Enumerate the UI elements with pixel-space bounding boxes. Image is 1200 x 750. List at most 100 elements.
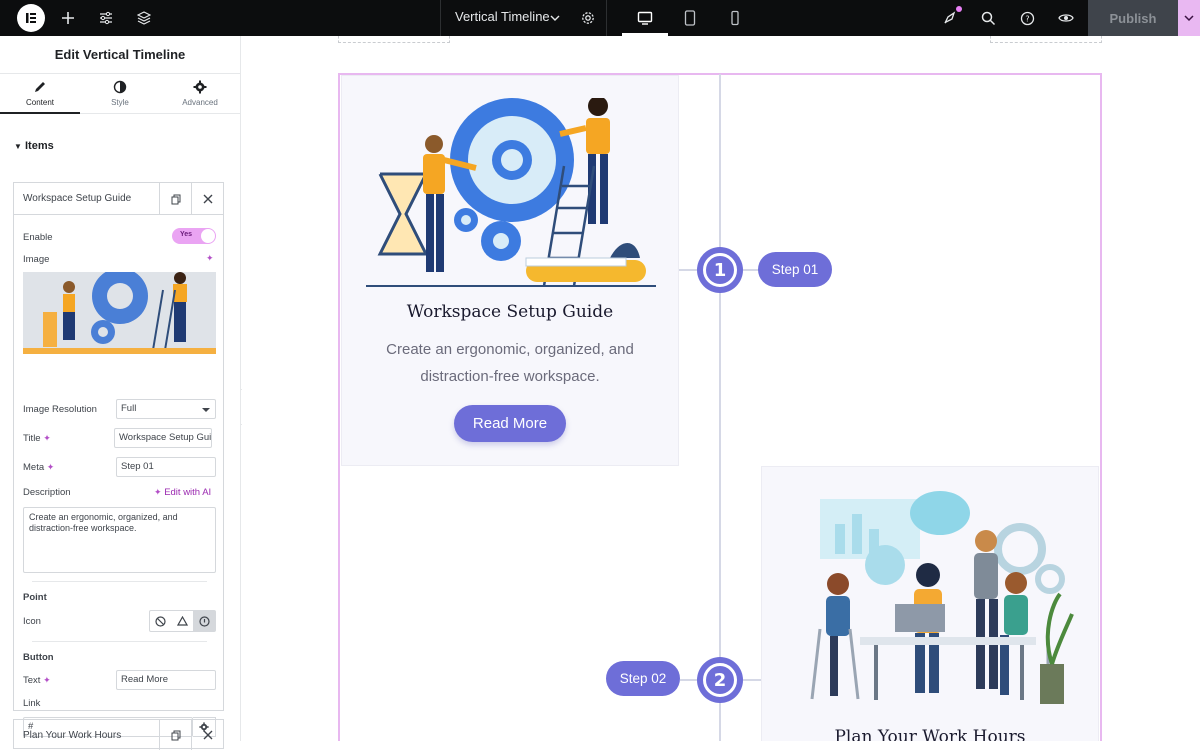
half-circle-icon [113,80,127,94]
card-description-line: distraction-free workspace. [420,368,600,385]
remove-item-button[interactable] [191,720,223,750]
toolbar-separator [440,0,441,36]
image-resolution-label: Image Resolution [23,404,97,415]
editor-canvas: Workspace Setup Guide Create an ergonomi… [242,36,1200,741]
timeline-point: 1 [697,247,743,293]
text-label-text: Text [23,675,41,686]
search-icon[interactable] [978,8,998,28]
timeline-connector [680,679,697,681]
button-section-label: Button [23,652,54,663]
point-section-label: Point [23,592,47,603]
tab-style[interactable]: Style [80,74,160,114]
timeline-point-number: 2 [703,663,737,697]
ai-sparkle-icon[interactable]: ✦ [47,462,55,472]
ai-sparkle-icon: ✦ [154,487,162,497]
card-description-line: Create an ergonomic, organized, and [386,341,634,358]
icon-label: Icon [23,616,41,627]
close-icon [203,730,212,740]
timeline-point: 2 [697,657,743,703]
copy-icon [171,730,180,740]
ai-sparkle-icon[interactable]: ✦ [206,253,214,264]
copy-icon [171,194,180,204]
section-label: Items [24,140,54,152]
card-title: Plan Your Work Hours [834,727,1026,741]
duplicate-item-button[interactable] [159,720,191,750]
select-caret-icon [202,408,210,412]
close-icon [203,194,212,204]
meta-badge: Step 01 [758,252,832,287]
workspace-illustration-thumbnail [23,272,216,354]
meta-badge: Step 02 [606,661,680,696]
help-icon[interactable]: ? [1017,8,1037,28]
edit-with-ai-label: Edit with AI [164,487,212,498]
timeline-connector [743,679,761,681]
card-description: Create an ergonomic, organized, and dist… [342,336,678,390]
empty-column-outline [338,36,450,43]
title-label-text: Title [23,433,41,444]
card-title: Workspace Setup Guide [406,302,614,322]
gear-icon [193,80,207,94]
ai-sparkle-icon[interactable]: ✦ [43,433,51,443]
empty-column-outline [990,36,1102,43]
document-title[interactable]: Vertical Timeline [455,0,550,36]
add-element-icon[interactable] [58,8,78,28]
mobile-view-icon[interactable] [725,8,745,28]
image-label: Image [23,254,50,265]
structure-layers-icon[interactable] [134,8,154,28]
select-value: Full [121,403,137,414]
tablet-view-icon[interactable] [680,8,700,28]
repeater-item-collapsed[interactable]: Plan Your Work Hours [13,719,224,750]
enable-toggle[interactable]: Yes [172,228,216,244]
site-settings-icon[interactable] [96,8,116,28]
toggle-knob [201,229,215,243]
button-text-input[interactable]: Read More [116,670,216,690]
meta-label-text: Meta [23,462,45,473]
divider [32,581,207,582]
preview-eye-icon[interactable] [1056,8,1076,28]
repeater-item: Workspace Setup Guide Enable Yes Image ✦ [13,182,224,737]
repeater-item-title: Workspace Setup Guide [23,193,132,204]
tab-content[interactable]: Content [0,74,80,114]
svg-text:?: ? [1025,14,1029,23]
items-section-toggle[interactable]: ▼ Items [14,140,54,152]
icon-option-shapes-icon[interactable] [172,611,194,631]
chevron-down-icon[interactable] [545,8,565,28]
description-label: Description [23,487,71,498]
tab-advanced[interactable]: Advanced [160,74,240,114]
image-resolution-select[interactable]: Full [116,399,216,419]
divider [32,641,207,642]
title-label: Title ✦ [23,433,51,444]
elementor-logo-icon[interactable] [17,4,45,32]
timeline-card[interactable]: Workspace Setup Guide Create an ergonomi… [341,75,679,466]
ai-sparkle-icon[interactable]: ✦ [43,675,51,685]
workspace-setup-illustration [366,98,656,287]
page-settings-gear-icon[interactable] [578,8,598,28]
meta-input[interactable]: Step 01 [116,457,216,477]
panel-title: Edit Vertical Timeline [0,36,240,74]
pencil-icon [35,82,45,92]
remove-item-button[interactable] [191,183,223,215]
team-meeting-illustration [810,491,1074,704]
publish-button[interactable]: Publish [1088,0,1178,36]
meta-label: Meta ✦ [23,462,54,473]
read-more-button[interactable]: Read More [454,405,566,442]
desktop-view-icon[interactable] [635,8,655,28]
top-bar: Vertical Timeline ? Publish [0,0,1200,36]
enable-label: Enable [23,232,53,243]
title-input[interactable]: Workspace Setup Guide [114,428,212,448]
image-preview[interactable] [23,272,216,354]
editor-panel: Edit Vertical Timeline Content Style Adv… [0,36,241,750]
description-textarea[interactable]: Create an ergonomic, organized, and dist… [23,507,216,573]
publish-options-chevron-icon[interactable] [1178,0,1200,36]
panel-tabs: Content Style Advanced [0,74,240,114]
link-label: Link [23,698,41,709]
icon-choice-group [149,610,216,632]
repeater-item-header[interactable]: Workspace Setup Guide [14,183,223,215]
none-option-ban-icon[interactable] [150,611,172,631]
number-option-icon[interactable] [193,611,216,631]
duplicate-item-button[interactable] [159,183,191,215]
timeline-connector [743,269,759,271]
edit-with-ai-link[interactable]: ✦ Edit with AI [154,487,211,498]
timeline-card[interactable]: Plan Your Work Hours [761,466,1099,741]
caret-down-icon: ▼ [14,142,22,151]
